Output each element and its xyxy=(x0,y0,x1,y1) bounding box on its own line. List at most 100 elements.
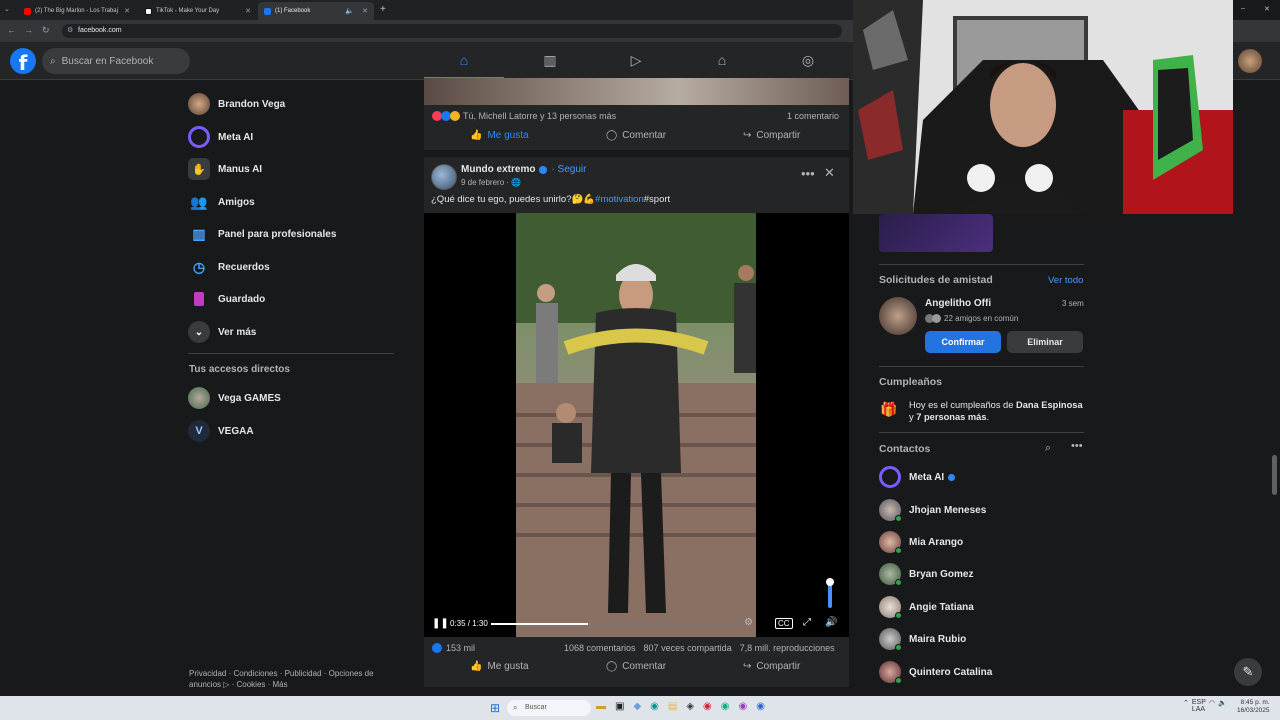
share-button[interactable]: ↪ Compartir xyxy=(743,130,800,141)
wifi-icon[interactable]: ◠ xyxy=(1209,699,1215,713)
sidebar-item-friends[interactable]: 👥 Amigos xyxy=(188,188,254,216)
search-icon[interactable]: ⌕ xyxy=(1045,442,1051,455)
facebook-logo[interactable]: f xyxy=(10,48,36,75)
pause-icon[interactable]: ❚❚ xyxy=(432,618,449,629)
like-button[interactable]: 👍 Me gusta xyxy=(470,130,529,141)
comment-button[interactable]: ◯ Comentar xyxy=(606,130,666,141)
settings-icon[interactable]: ⚙ xyxy=(744,617,753,628)
gift-icon: 🎁 xyxy=(880,401,898,417)
back-icon[interactable]: ← xyxy=(7,25,16,35)
close-window-icon[interactable]: ✕ xyxy=(1264,5,1270,13)
task-view-icon[interactable]: ▣ xyxy=(615,701,624,712)
site-info-icon[interactable]: ⚙ xyxy=(67,24,73,38)
speaker-icon[interactable]: 🔈 xyxy=(1218,699,1227,713)
post-image[interactable] xyxy=(424,78,849,105)
sidebar-see-more[interactable]: ⌄ Ver más xyxy=(188,318,256,346)
app-icon[interactable]: ◈ xyxy=(686,701,694,712)
video-icon[interactable]: ▷ xyxy=(627,52,645,70)
delete-button[interactable]: Eliminar xyxy=(1007,331,1083,353)
chrome-icon[interactable]: ◉ xyxy=(703,701,712,712)
clock[interactable]: 8:45 p. m. 16/03/2025 xyxy=(1237,699,1270,715)
request-avatar[interactable] xyxy=(879,297,917,335)
request-name[interactable]: Angelitho Offi xyxy=(925,298,991,309)
birthday-text[interactable]: Hoy es el cumpleaños de Dana Espinosa y … xyxy=(909,399,1087,423)
post-date[interactable]: 9 de febrero · 🌐 xyxy=(461,178,521,187)
more-options-icon[interactable]: ••• xyxy=(801,166,815,181)
app-icon[interactable]: ◉ xyxy=(721,701,730,712)
speaker-icon[interactable]: 🔈 xyxy=(345,7,354,15)
profile-avatar[interactable] xyxy=(1238,49,1262,73)
tab-facebook[interactable]: (1) Facebook 🔈 ✕ xyxy=(258,2,374,20)
sidebar-item-saved[interactable]: Guardado xyxy=(188,285,265,313)
contact-item[interactable]: Mia Arango xyxy=(879,529,963,555)
url-bar[interactable]: ⚙ facebook.com xyxy=(62,24,842,38)
edge-icon[interactable]: ◉ xyxy=(650,701,659,712)
close-icon[interactable]: ✕ xyxy=(124,7,130,15)
hashtag-link[interactable]: #motivation xyxy=(595,194,644,205)
more-options-icon[interactable]: ••• xyxy=(1071,440,1083,452)
close-icon[interactable]: ✕ xyxy=(362,7,368,15)
widgets-icon[interactable]: ▬ xyxy=(596,701,606,712)
fullscreen-icon[interactable]: ⤢ xyxy=(803,617,811,628)
tab-youtube[interactable]: (2) The Big Marlon - Los Trabaj ✕ xyxy=(18,2,136,20)
share-count[interactable]: 807 veces compartida xyxy=(644,643,732,653)
tab-list-icon[interactable]: ⌄ xyxy=(4,5,10,13)
app-icon[interactable]: ◉ xyxy=(739,701,748,712)
sidebar-item-professional-dashboard[interactable]: ▥ Panel para profesionales xyxy=(188,220,336,248)
system-tray[interactable]: ⌃ ESP LAA ◠ 🔈 xyxy=(1183,699,1227,713)
shortcut-label: Vega GAMES xyxy=(218,392,281,404)
chevron-up-icon[interactable]: ⌃ xyxy=(1183,699,1189,713)
reload-icon[interactable]: ↻ xyxy=(42,25,50,36)
close-icon[interactable]: ✕ xyxy=(824,165,835,181)
post-author[interactable]: Mundo extremo xyxy=(461,164,535,175)
reaction-summary[interactable]: Tú, Michell Latorre y 13 personas más xyxy=(432,111,616,121)
footer-links[interactable]: Privacidad · Condiciones · Publicidad · … xyxy=(189,668,389,690)
taskbar-search-input[interactable]: ⌕ Buscar xyxy=(507,700,591,716)
see-all-link[interactable]: Ver todo xyxy=(1048,275,1083,286)
page-scrollbar[interactable] xyxy=(1272,455,1277,495)
reaction-summary[interactable]: 153 mil xyxy=(432,643,475,653)
home-icon[interactable]: ⌂ xyxy=(455,52,473,70)
video-frame[interactable] xyxy=(516,213,756,637)
close-icon[interactable]: ✕ xyxy=(245,7,251,15)
contact-item[interactable]: Jhojan Meneses xyxy=(879,497,986,523)
contact-item[interactable]: Quintero Catalina xyxy=(879,659,992,685)
file-explorer-icon[interactable]: ▤ xyxy=(668,701,677,712)
app-icon[interactable]: ◆ xyxy=(633,701,641,712)
language-indicator[interactable]: ESP LAA xyxy=(1192,699,1206,713)
contact-item[interactable]: Angie Tatiana xyxy=(879,594,974,620)
comment-count[interactable]: 1068 comentarios xyxy=(564,643,636,653)
sidebar-item-memories[interactable]: ◷ Recuerdos xyxy=(188,253,270,281)
confirm-button[interactable]: Confirmar xyxy=(925,331,1001,353)
sidebar-item-profile[interactable]: Brandon Vega xyxy=(188,90,285,118)
volume-icon[interactable]: 🔊 xyxy=(825,617,837,628)
follow-link[interactable]: · Seguir xyxy=(551,164,586,175)
volume-slider-thumb[interactable] xyxy=(826,578,834,586)
contact-item[interactable]: Maira Rubio xyxy=(879,626,966,652)
shortcut-vegaa[interactable]: V VEGAA xyxy=(188,417,254,445)
contact-item[interactable]: Bryan Gomez xyxy=(879,561,973,587)
app-icon[interactable]: ◉ xyxy=(756,701,765,712)
tab-tiktok[interactable]: TikTok - Make Your Day ✕ xyxy=(139,2,257,20)
sidebar-item-meta-ai[interactable]: Meta AI xyxy=(188,123,253,151)
share-button[interactable]: ↪ Compartir xyxy=(743,661,800,672)
hashtag-link[interactable]: #sport xyxy=(644,194,670,205)
new-tab-icon[interactable]: + xyxy=(380,4,386,15)
new-message-icon[interactable]: ✎ xyxy=(1234,658,1262,686)
sidebar-item-manus-ai[interactable]: ✋ Manus AI xyxy=(188,155,262,183)
groups-icon[interactable]: ◎ xyxy=(799,52,817,70)
windows-start-icon[interactable]: ⊞ xyxy=(490,701,500,715)
comment-count[interactable]: 1 comentario xyxy=(787,111,839,121)
minimize-icon[interactable]: – xyxy=(1241,5,1245,12)
search-input[interactable]: ⌕ Buscar en Facebook xyxy=(42,48,190,74)
dashboard-icon[interactable]: ▥ xyxy=(541,52,559,70)
forward-icon[interactable]: → xyxy=(24,25,33,35)
captions-icon[interactable]: CC xyxy=(775,618,793,629)
contact-meta-ai[interactable]: Meta AI xyxy=(879,464,956,490)
like-button[interactable]: 👍 Me gusta xyxy=(470,661,529,672)
page-avatar[interactable] xyxy=(431,164,457,190)
sponsored-thumbnail[interactable] xyxy=(879,214,993,252)
marketplace-icon[interactable]: ⌂ xyxy=(713,52,731,70)
comment-button[interactable]: ◯ Comentar xyxy=(606,661,666,672)
shortcut-vega-games[interactable]: Vega GAMES xyxy=(188,384,281,412)
